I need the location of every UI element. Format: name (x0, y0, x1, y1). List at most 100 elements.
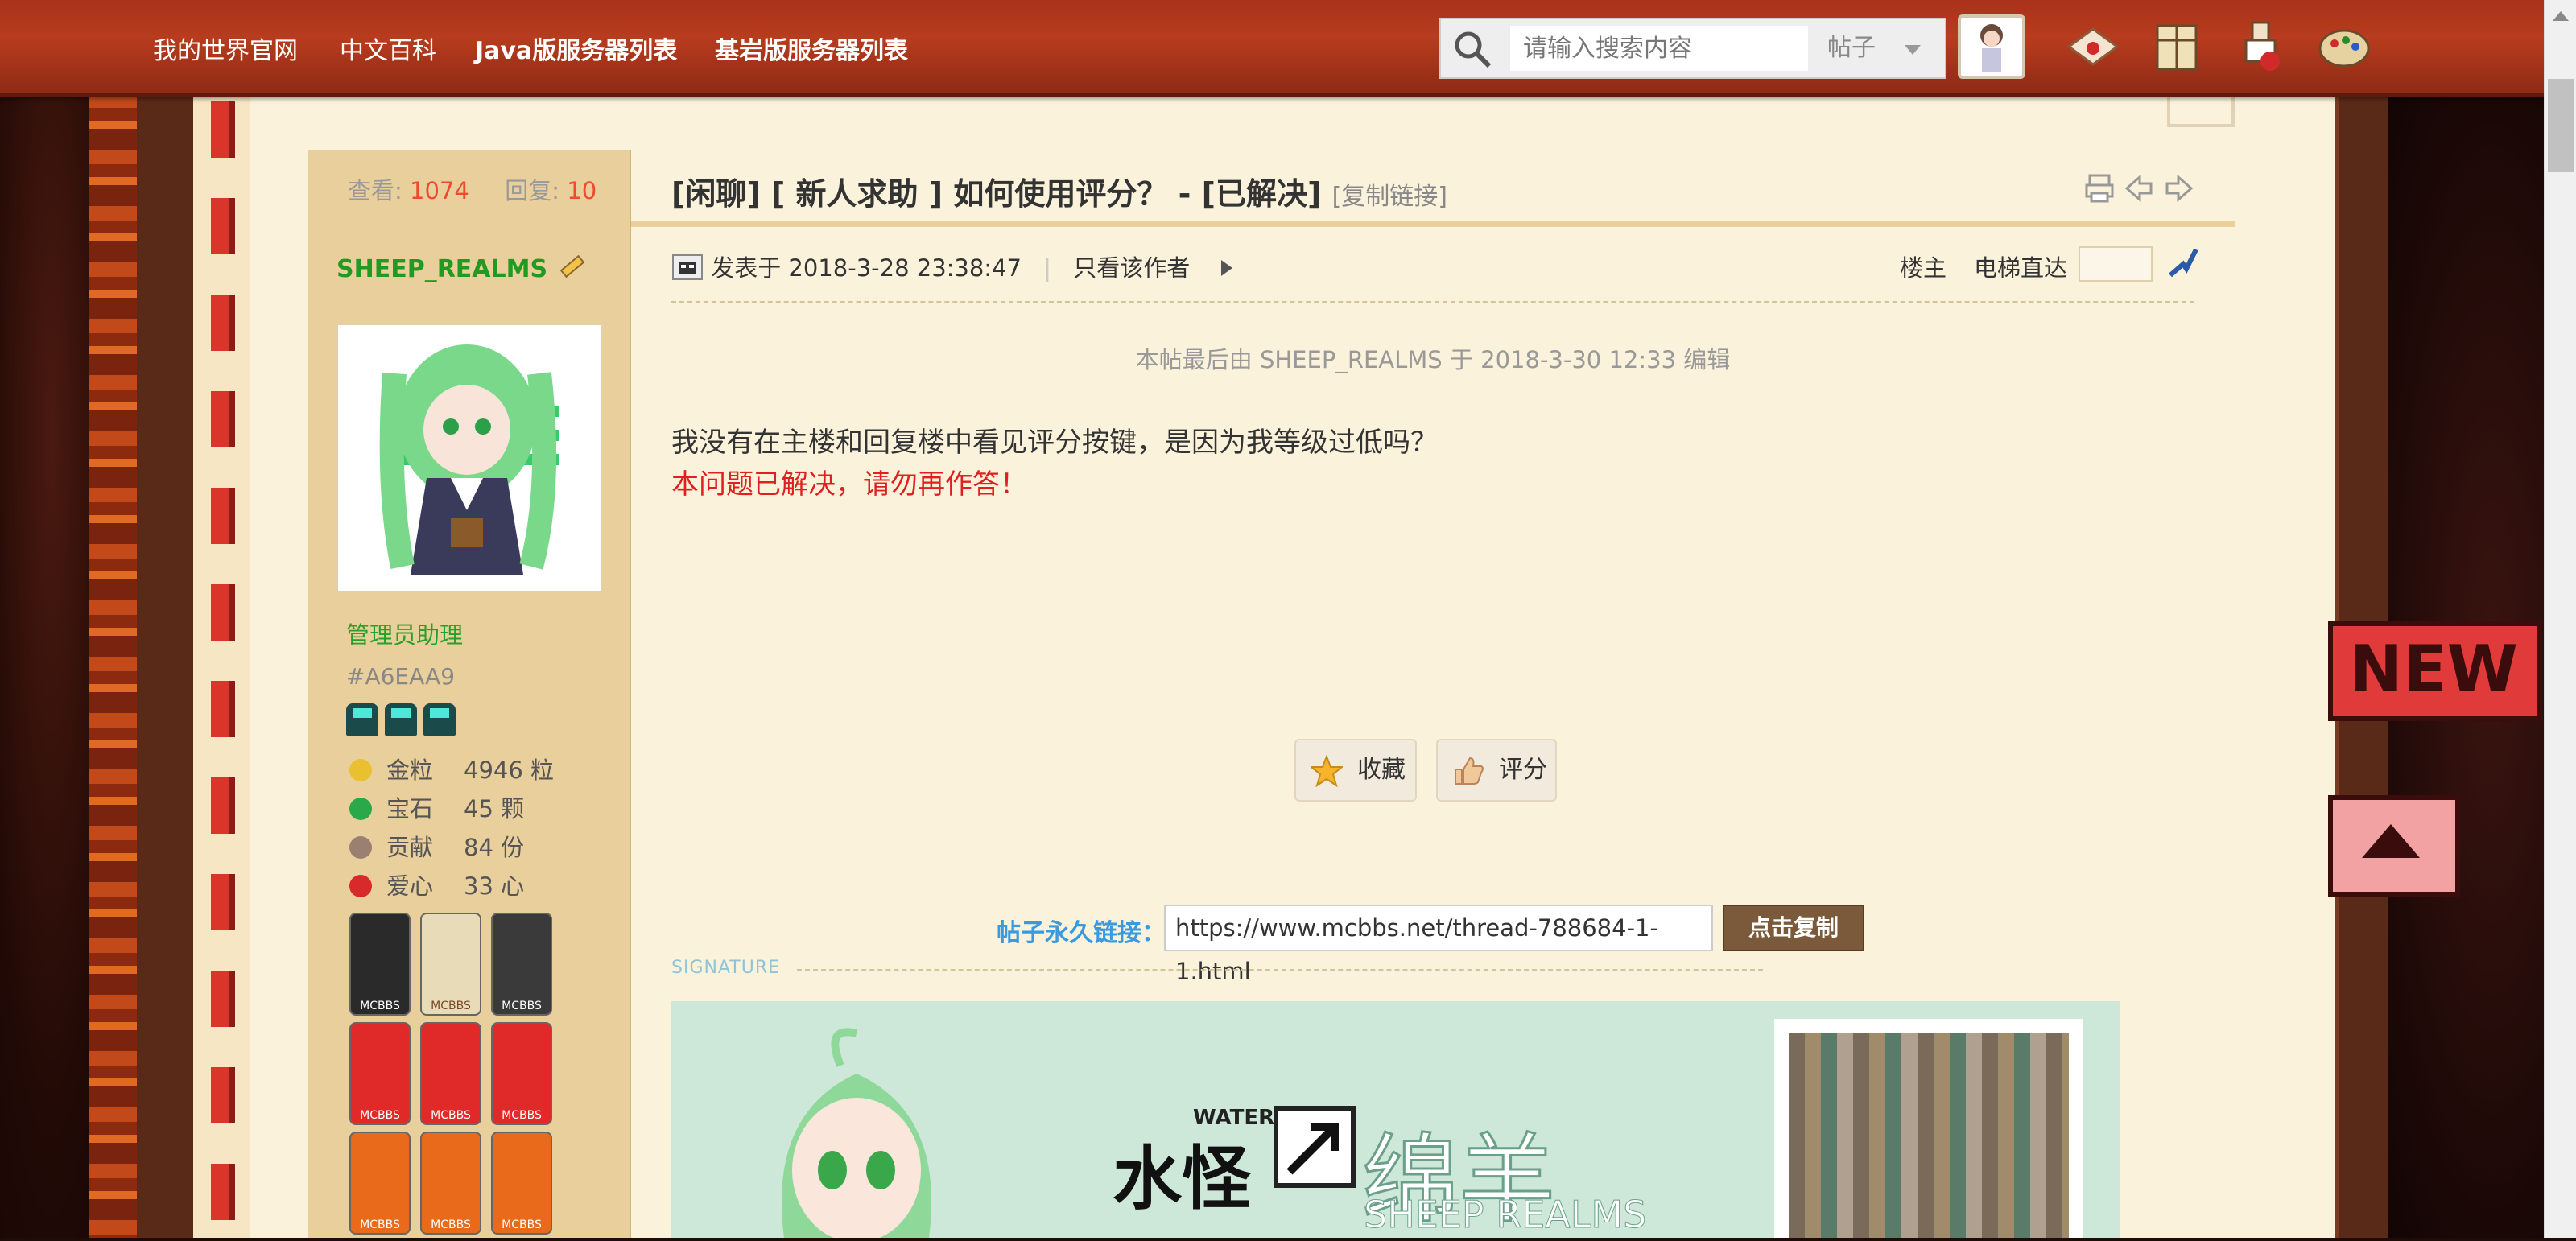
meta-divider (671, 301, 2194, 303)
post-date: 发表于 2018-3-28 23:38:47 (711, 254, 1022, 282)
post-body-line-2: 本问题已解决，请勿再作答！ (671, 468, 1027, 501)
apple-icon (349, 875, 372, 897)
replies-label: 回复: (505, 177, 560, 204)
print-icon[interactable] (2083, 172, 2116, 204)
search-box: 帖子 (1439, 18, 1946, 79)
stat-value: 45 颗 (464, 795, 525, 823)
star-icon (1311, 755, 1343, 787)
medal[interactable]: MCBBS (491, 913, 552, 1016)
sheep-avatar-icon (672, 254, 703, 280)
stat-label: 金粒 (386, 757, 434, 784)
only-author-link[interactable]: 只看该作者 (1073, 254, 1190, 282)
banner-screenshot (1774, 1019, 2083, 1238)
thread-stats: 查看: 1074 回复: 10 (348, 172, 597, 206)
palette-icon[interactable] (2315, 18, 2373, 76)
user-group[interactable]: 管理员助理 (346, 616, 463, 650)
banner-text-en: SHEEP REALMS (1363, 1193, 1647, 1237)
level-icons (346, 703, 462, 739)
thread-title: [闲聊] [ 新人求助 ] 如何使用评分？ - [已解决] [复制链接] (671, 169, 1447, 213)
new-badge[interactable]: NEW (2328, 621, 2542, 721)
elevator-go-icon[interactable] (2165, 245, 2201, 282)
medal-label: MCBBS (360, 1218, 400, 1231)
medal[interactable]: MCBBS (491, 1022, 552, 1125)
next-thread-icon[interactable] (2162, 172, 2194, 204)
permalink-field[interactable]: https://www.mcbbs.net/thread-788684-1-1.… (1164, 905, 1713, 985)
signature-label: SIGNATURE (671, 958, 781, 978)
stat-value: 4946 粒 (464, 757, 555, 784)
views-count: 1074 (410, 177, 469, 204)
cookie-icon (349, 836, 372, 859)
favorite-button[interactable]: 收藏 (1294, 739, 1417, 802)
search-icon[interactable] (1452, 29, 1492, 69)
rate-button[interactable]: 评分 (1436, 739, 1557, 802)
scroll-icon[interactable] (2148, 18, 2206, 76)
diamond-helmet-icon (423, 703, 456, 736)
signature-banner[interactable]: WATER 水怪 绵羊 SHEEP REALMS (671, 1001, 2120, 1238)
medal[interactable]: MCBBS (491, 1132, 552, 1235)
top-navbar: 我的世界官网 中文百科 Java版服务器列表 基岩版服务器列表 帖子 (0, 0, 2576, 97)
author-name[interactable]: SHEEP_REALMS (336, 253, 587, 283)
floor-label: 楼主 (1900, 254, 1947, 282)
nav-minecraft-official[interactable]: 我的世界官网 (153, 31, 298, 66)
left-frame (137, 93, 198, 1238)
nav-bedrock-servers[interactable]: 基岩版服务器列表 (715, 31, 908, 66)
medal[interactable]: MCBBS (349, 1022, 411, 1125)
pickaxe-arrow-icon (1274, 1106, 1356, 1188)
lava-decoration (89, 93, 137, 1238)
stat-gold: 金粒 4946 粒 (349, 752, 554, 785)
caret-right-icon[interactable] (1218, 258, 1234, 278)
copy-permalink-button[interactable]: 点击复制 (1723, 905, 1864, 951)
author-name-text: SHEEP_REALMS (336, 255, 548, 283)
scrollbar-thumb[interactable] (2548, 79, 2574, 172)
medal[interactable]: MCBBS (420, 913, 481, 1016)
edit-note: 本帖最后由 SHEEP_REALMS 于 2018-3-30 12:33 编辑 (1135, 346, 1731, 373)
rate-label: 评分 (1499, 756, 1547, 784)
medal[interactable]: MCBBS (420, 1022, 481, 1125)
nav-java-servers[interactable]: Java版服务器列表 (475, 31, 677, 66)
copy-link-button[interactable]: [复制链接] (1332, 183, 1447, 211)
stat-label: 贡献 (386, 834, 434, 861)
medal-label: MCBBS (431, 1000, 471, 1012)
medal[interactable]: MCBBS (420, 1132, 481, 1235)
views-label: 查看: (348, 177, 402, 204)
medal[interactable]: MCBBS (349, 1132, 411, 1235)
user-avatar[interactable] (1958, 14, 2025, 79)
chevron-down-icon (1905, 45, 1921, 55)
avatar-image (1980, 24, 2003, 72)
medal-label: MCBBS (431, 1109, 471, 1122)
signature-divider (797, 969, 1763, 971)
search-type-select[interactable]: 帖子 (1819, 26, 1937, 71)
emerald-icon (349, 798, 372, 820)
gold-nugget-icon (349, 759, 372, 781)
diamond-helmet-icon (346, 703, 378, 736)
back-to-top-button[interactable] (2328, 795, 2460, 897)
medal[interactable]: MCBBS (349, 913, 411, 1016)
potion-icon[interactable] (2231, 18, 2289, 76)
medal-label: MCBBS (431, 1218, 471, 1231)
nav-wiki[interactable]: 中文百科 (340, 31, 436, 66)
medal-label: MCBBS (502, 1000, 542, 1012)
medal-label: MCBBS (502, 1109, 542, 1122)
banner-text-cn1: 水怪 (1113, 1139, 1251, 1219)
medal-label: MCBBS (502, 1218, 542, 1231)
thumbs-up-icon (1455, 757, 1484, 785)
scroll-up-icon[interactable] (2553, 11, 2569, 21)
previous-thread-icon[interactable] (2124, 172, 2156, 204)
decor-strip (193, 93, 250, 1238)
diamond-helmet-icon (385, 703, 417, 736)
stat-love: 爱心 33 心 (349, 868, 524, 901)
stat-contribution: 贡献 84 份 (349, 829, 524, 863)
elevator-label: 电梯直达 (1974, 254, 2068, 282)
stat-gem: 宝石 45 颗 (349, 790, 524, 824)
scrollbar[interactable] (2544, 0, 2576, 1238)
post-meta: 发表于 2018-3-28 23:38:47 | 只看该作者 楼主 电梯直达 (671, 246, 2198, 283)
envelope-icon[interactable] (2064, 18, 2122, 76)
favorite-label: 收藏 (1357, 756, 1406, 784)
stat-label: 爱心 (386, 872, 434, 900)
medal-label: MCBBS (360, 1109, 400, 1122)
floor-jump-input[interactable] (2079, 246, 2153, 282)
title-divider (631, 221, 2235, 227)
stat-label: 宝石 (386, 795, 434, 823)
page-corner-decoration (2167, 93, 2235, 127)
search-input[interactable] (1510, 26, 1808, 71)
